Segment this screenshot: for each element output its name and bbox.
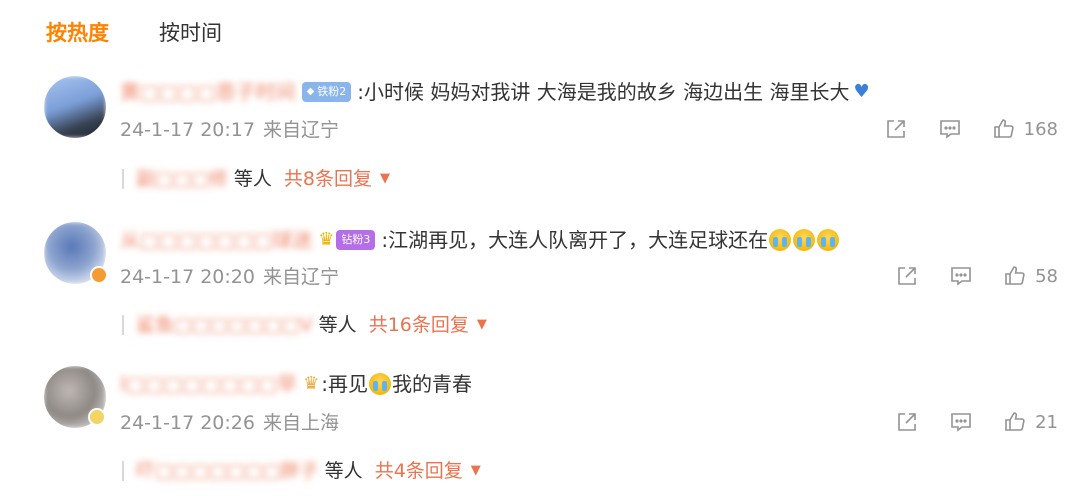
- reply-divider: [122, 461, 124, 481]
- avatar-verified-badge: [88, 408, 106, 426]
- like-icon: [1005, 412, 1025, 431]
- username[interactable]: 黄□□□□恩子时间: [120, 78, 296, 106]
- fan-badge-label: 钻粉3: [341, 233, 371, 246]
- share-icon: [898, 267, 916, 285]
- reply-etc: 等人: [324, 460, 363, 482]
- comment-meta: 24-1-17 20:17 来自辽宁: [120, 117, 339, 143]
- crown-icon: ♛: [318, 229, 335, 250]
- comment-text-after: 我的青春: [391, 372, 472, 396]
- reply-count: 共16条回复: [368, 314, 469, 336]
- sort-tabs: 按热度 按时间: [46, 18, 222, 48]
- reply-names[interactable]: 副□□□修: [136, 165, 228, 193]
- reply-names[interactable]: 吓□□□□□□□胖子: [136, 457, 319, 485]
- caret-down-icon: ▼: [379, 171, 390, 186]
- comment-header: I□□□□□□□□早 ♛ :再见 我的青春: [120, 370, 472, 398]
- diamond-icon: ◆: [306, 86, 315, 97]
- caret-down-icon: ▼: [476, 317, 487, 332]
- comment-meta: 24-1-17 20:26 来自上海: [120, 410, 339, 436]
- comment-button[interactable]: [949, 410, 973, 434]
- comment-icon: [939, 120, 960, 139]
- share-button[interactable]: [895, 264, 919, 288]
- like-count: 168: [1023, 118, 1058, 140]
- username[interactable]: I□□□□□□□□早: [120, 370, 297, 398]
- crown-icon: ♛: [303, 373, 320, 394]
- reply-divider: [122, 169, 124, 189]
- fan-badge[interactable]: 钻粉3: [336, 230, 376, 250]
- share-button[interactable]: [884, 117, 908, 141]
- reply-count-link[interactable]: 共16条回复 ▼: [369, 311, 487, 339]
- reply-divider: [122, 315, 124, 335]
- reply-summary: 副□□□修 等人 共8条回复 ▼: [122, 165, 390, 193]
- avatar[interactable]: [44, 76, 106, 138]
- cry-emoji-icon: [793, 229, 816, 251]
- like-button[interactable]: 21: [1003, 410, 1058, 434]
- comment-actions: 168: [854, 117, 1058, 141]
- comment-source: 来自辽宁: [262, 119, 339, 141]
- fan-badge-label: 铁粉2: [317, 85, 347, 98]
- like-icon: [1005, 266, 1025, 285]
- share-icon: [898, 413, 916, 431]
- share-icon: [886, 120, 905, 138]
- comment-meta: 24-1-17 20:20 来自辽宁: [120, 264, 339, 290]
- like-count: 21: [1035, 411, 1058, 433]
- comment-text: :小时候 妈妈对我讲 大海是我的故乡 海边出生 海里长大: [357, 80, 850, 104]
- comment-header: 从□□□□□□□球迷 ♛ 钻粉3 :江湖再见，大连人队离开了，大连足球还在: [120, 226, 840, 254]
- comment-time: 24-1-17 20:26: [120, 412, 255, 434]
- comment-header: 黄□□□□恩子时间 ◆ 铁粉2 :小时候 妈妈对我讲 大海是我的故乡 海边出生 海…: [120, 78, 870, 106]
- like-count: 58: [1035, 265, 1058, 287]
- reply-count: 共8条回复: [283, 168, 372, 190]
- reply-count-link[interactable]: 共8条回复 ▼: [284, 165, 390, 193]
- blue-heart-icon: ♥: [853, 81, 870, 102]
- tab-sort-time[interactable]: 按时间: [159, 18, 222, 48]
- cry-emoji-icon: [368, 373, 391, 395]
- comment-icon: [951, 267, 971, 286]
- caret-down-icon: ▼: [470, 463, 481, 478]
- avatar-verified-badge: [90, 266, 108, 284]
- fan-badge[interactable]: ◆ 铁粉2: [301, 82, 352, 102]
- comment-icon: [951, 413, 971, 432]
- comment-section: 按热度 按时间 黄□□□□恩子时间 ◆ 铁粉2 :小时候 妈妈对我讲 大海是我的故…: [0, 0, 1080, 496]
- comment-button[interactable]: [938, 117, 962, 141]
- tab-sort-hot[interactable]: 按热度: [46, 18, 109, 48]
- comment-actions: 21: [865, 410, 1058, 434]
- username[interactable]: 从□□□□□□□球迷: [120, 226, 312, 254]
- comment-button[interactable]: [949, 264, 973, 288]
- cry-emoji-icon: [817, 229, 840, 251]
- reply-etc: 等人: [233, 168, 272, 190]
- comment-actions: 58: [865, 264, 1058, 288]
- comment-time: 24-1-17 20:20: [120, 266, 255, 288]
- comment-time: 24-1-17 20:17: [120, 119, 255, 141]
- comment-text: :江湖再见，大连人队离开了，大连足球还在: [381, 228, 769, 252]
- reply-summary: 吓□□□□□□□胖子 等人 共4条回复 ▼: [122, 457, 481, 485]
- like-button[interactable]: 58: [1003, 264, 1058, 288]
- like-icon: [993, 119, 1014, 138]
- cry-emoji-icon: [769, 229, 792, 251]
- comment-text-before: :再见: [321, 372, 368, 396]
- share-button[interactable]: [895, 410, 919, 434]
- reply-etc: 等人: [318, 314, 357, 336]
- reply-count-link[interactable]: 共4条回复 ▼: [375, 457, 481, 485]
- comment-source: 来自上海: [262, 412, 339, 434]
- reply-count: 共4条回复: [374, 460, 463, 482]
- reply-summary: 鲨鱼□□□□□□□V 等人 共16条回复 ▼: [122, 311, 487, 339]
- comment-source: 来自辽宁: [262, 266, 339, 288]
- like-button[interactable]: 168: [992, 117, 1058, 141]
- reply-names[interactable]: 鲨鱼□□□□□□□V: [136, 311, 313, 339]
